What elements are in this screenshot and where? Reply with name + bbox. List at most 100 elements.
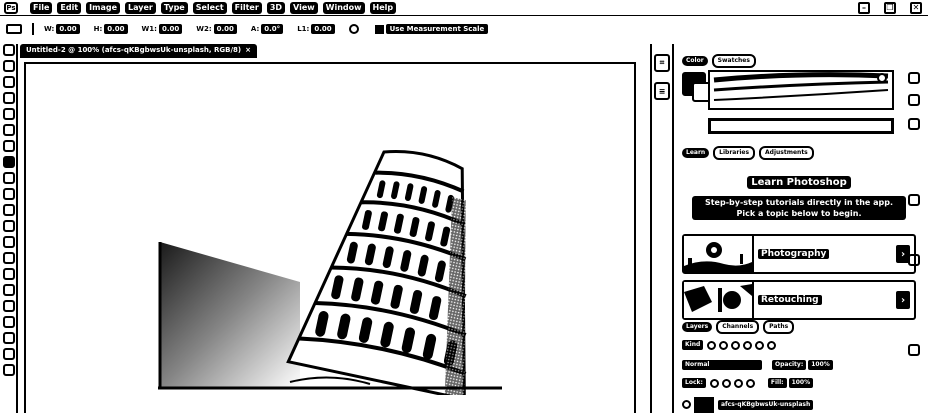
menu-layer[interactable]: Layer — [125, 1, 156, 14]
field-w1-value[interactable]: 0.00 — [158, 24, 183, 34]
filter-toggle-icon[interactable] — [767, 340, 777, 350]
layer-name[interactable]: afcs-qKBgbwsUk-unsplash — [718, 399, 814, 410]
clone-stamp-tool-icon[interactable] — [3, 204, 15, 216]
learn-card-retouching[interactable]: Retouching › — [682, 280, 916, 320]
brush-settings-icon[interactable] — [908, 94, 920, 106]
type-tool-icon[interactable] — [3, 316, 15, 328]
quick-select-tool-icon[interactable] — [3, 92, 15, 104]
menu-window[interactable]: Window — [322, 1, 365, 14]
lock-position-icon[interactable] — [721, 378, 731, 388]
menu-file[interactable]: File — [30, 1, 53, 14]
tab-libraries[interactable]: Libraries — [713, 146, 756, 160]
close-tab-icon[interactable]: × — [245, 46, 251, 54]
character-icon[interactable] — [908, 118, 920, 130]
menu-select[interactable]: Select — [192, 1, 227, 14]
properties-panel-icon[interactable]: ≡ — [654, 82, 670, 100]
field-angle-value[interactable]: 0.0° — [261, 24, 284, 34]
restore-button[interactable]: ❐ — [884, 1, 896, 14]
chevron-right-icon[interactable]: › — [896, 291, 910, 309]
history-brush-tool-icon[interactable] — [3, 220, 15, 232]
frame-tool-icon[interactable] — [3, 124, 15, 136]
opacity-value[interactable]: 100% — [808, 360, 833, 370]
field-l1-value[interactable]: 0.00 — [311, 24, 335, 34]
adjustment-filter-icon[interactable] — [719, 340, 729, 350]
tab-color[interactable]: Color — [682, 56, 708, 66]
path-select-tool-icon[interactable] — [3, 332, 15, 344]
document-tab[interactable]: Untitled-2 @ 100% (afcs-qKBgbwsUk-unspla… — [20, 44, 257, 58]
field-y-value[interactable]: 0.00 — [104, 24, 128, 34]
menu-help[interactable]: Help — [369, 1, 397, 14]
color-slider[interactable] — [708, 118, 894, 134]
color-spectrum[interactable] — [708, 70, 894, 110]
styles-icon[interactable] — [908, 344, 920, 356]
tab-layers[interactable]: Layers — [682, 322, 713, 332]
menu-filter[interactable]: Filter — [231, 1, 262, 14]
tab-learn[interactable]: Learn — [682, 148, 710, 158]
ruler-tool-icon[interactable] — [6, 24, 22, 34]
menu-image[interactable]: Image — [86, 1, 121, 14]
lock-all-icon[interactable] — [745, 378, 755, 388]
fill-value[interactable]: 100% — [788, 378, 814, 388]
tab-swatches[interactable]: Swatches — [711, 54, 756, 68]
field-w2-value[interactable]: 0.00 — [213, 24, 237, 34]
learn-panel-tabs: Learn Libraries Adjustments — [682, 146, 818, 160]
settings-gear-icon[interactable] — [348, 24, 359, 34]
gradient-tool-icon[interactable] — [3, 252, 15, 264]
tab-paths[interactable]: Paths — [763, 320, 795, 334]
hand-tool-icon[interactable] — [3, 364, 15, 376]
crop-tool-icon[interactable] — [3, 108, 15, 120]
minimize-button[interactable]: – — [858, 1, 870, 14]
eyedropper-tool-icon[interactable] — [3, 140, 15, 152]
dodge-tool-icon[interactable] — [3, 284, 15, 296]
layer-row[interactable]: afcs-qKBgbwsUk-unsplash — [682, 396, 916, 413]
type-filter-icon[interactable] — [731, 340, 741, 350]
lasso-tool-icon[interactable] — [3, 76, 15, 88]
field-x[interactable]: W: 0.00 — [44, 24, 80, 34]
shape-tool-icon[interactable] — [3, 348, 15, 360]
history-panel-icon[interactable]: ⌗ — [654, 54, 670, 72]
menu-view[interactable]: View — [290, 1, 318, 14]
field-y[interactable]: H: 0.00 — [94, 24, 128, 34]
field-w1[interactable]: W1: 0.00 — [142, 24, 183, 34]
photoshop-logo: Ps — [4, 1, 18, 14]
close-button[interactable]: ✕ — [910, 1, 922, 14]
smart-object-filter-icon[interactable] — [755, 340, 765, 350]
learn-card-photography[interactable]: Photography › — [682, 234, 916, 274]
chevron-right-icon[interactable]: › — [896, 245, 910, 263]
field-angle[interactable]: A: 0.0° — [250, 24, 284, 34]
marquee-tool-icon[interactable] — [3, 60, 15, 72]
layers-kind-filter[interactable]: Kind — [682, 340, 704, 350]
field-w2[interactable]: W2: 0.00 — [196, 24, 237, 34]
right-panels: Color Swatches Learn Libraries Adjustmen… — [678, 44, 928, 413]
use-measurement-scale-label[interactable]: Use Measurement Scale — [385, 24, 489, 34]
ruler-tool-icon-active[interactable] — [3, 156, 15, 168]
field-x-value[interactable]: 0.00 — [56, 24, 80, 34]
layers-panel-tabs: Layers Channels Paths — [682, 320, 798, 334]
collapsed-panels-dock: ⌗ ≡ — [650, 44, 674, 413]
pen-tool-icon[interactable] — [3, 300, 15, 312]
measurement-scale-checkbox[interactable] — [374, 24, 384, 34]
pixel-filter-icon[interactable] — [707, 340, 717, 350]
menu-type[interactable]: Type — [160, 1, 188, 14]
layer-visibility-eye-icon[interactable] — [682, 400, 691, 409]
field-l1[interactable]: L1: 0.00 — [297, 24, 335, 34]
field-angle-label: A: — [250, 25, 260, 33]
blend-mode-select[interactable]: Normal — [682, 360, 762, 370]
blur-tool-icon[interactable] — [3, 268, 15, 280]
lock-artboard-icon[interactable] — [733, 378, 743, 388]
adjust-icon[interactable] — [908, 72, 920, 84]
menu-3d[interactable]: 3D — [266, 1, 286, 14]
brush-tool-icon[interactable] — [3, 188, 15, 200]
menu-edit[interactable]: Edit — [57, 1, 82, 14]
move-tool-icon[interactable] — [3, 44, 15, 56]
learn-header: Learn Photoshop — [678, 176, 920, 189]
lock-pixels-icon[interactable] — [709, 378, 719, 388]
healing-brush-tool-icon[interactable] — [3, 172, 15, 184]
paragraph-icon[interactable] — [908, 194, 920, 206]
shape-filter-icon[interactable] — [743, 340, 753, 350]
tab-channels[interactable]: Channels — [716, 320, 760, 334]
color-panel-tabs: Color Swatches — [682, 54, 760, 68]
eraser-tool-icon[interactable] — [3, 236, 15, 248]
tab-adjustments[interactable]: Adjustments — [759, 146, 814, 160]
retouching-thumbnail — [684, 282, 754, 318]
